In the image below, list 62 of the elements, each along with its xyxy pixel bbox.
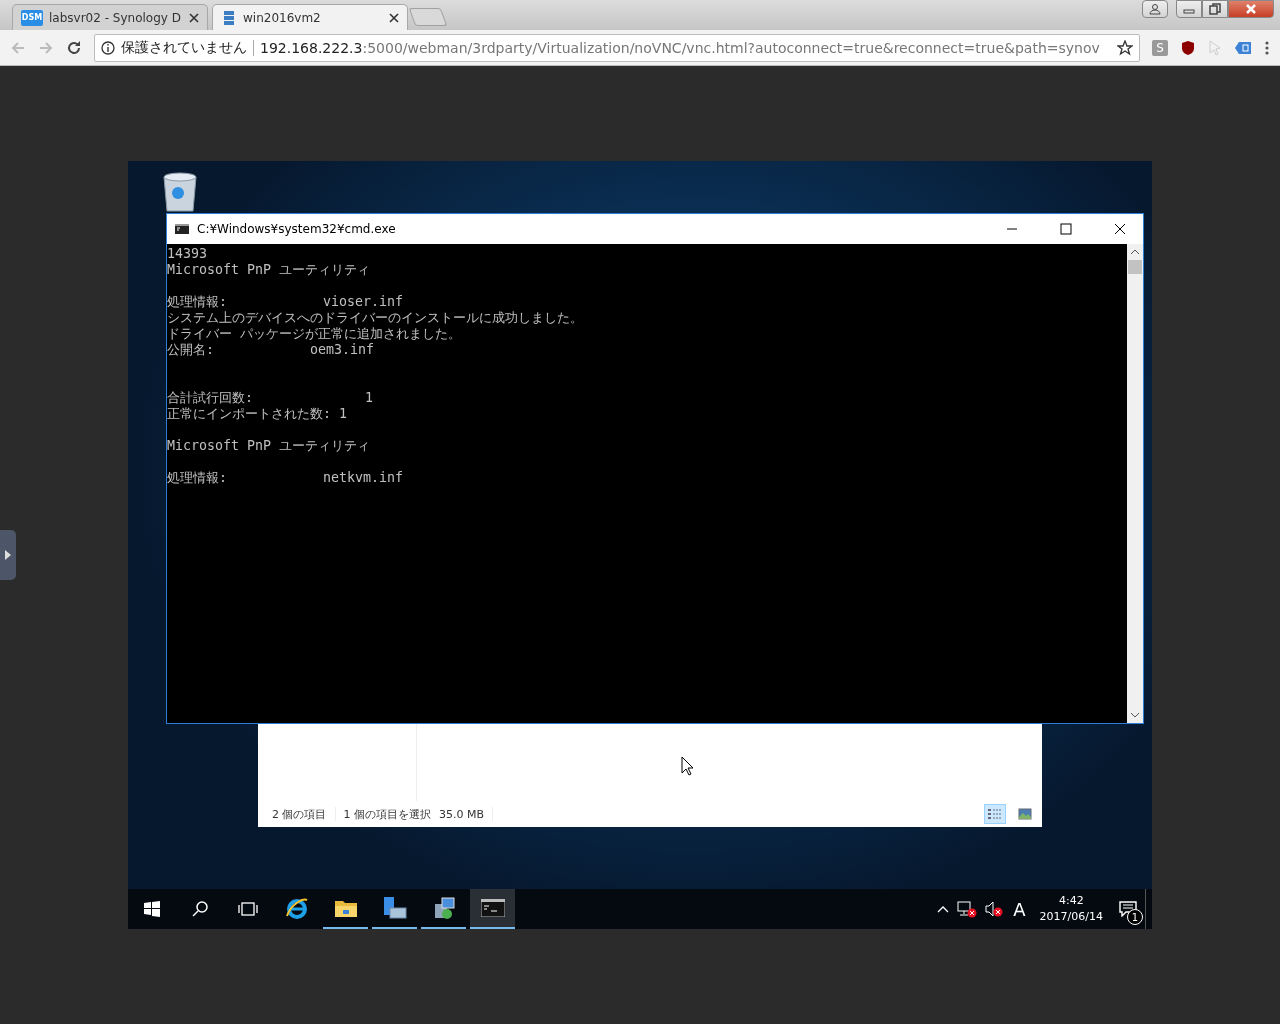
item-count: 2 個の項目 [272, 806, 327, 822]
volume-muted-icon[interactable] [985, 901, 1004, 917]
close-icon [1244, 3, 1258, 15]
shield-icon[interactable] [1180, 39, 1196, 56]
scrollbar[interactable] [1127, 244, 1143, 723]
console-line: 14393 [167, 246, 209, 262]
address-bar[interactable]: 保護されていません 192.168.222.3:5000/webman/3rdparty/Virtualization/noVNC/vnc.html?autoconnect=true&reconnect=true&path=synov [94, 33, 1140, 62]
folder-icon [333, 898, 358, 918]
side-panel-handle[interactable] [0, 530, 16, 580]
details-view-button[interactable] [984, 804, 1006, 824]
clock[interactable]: 4:42 2017/06/14 [1039, 893, 1103, 925]
mouse-cursor-icon [681, 756, 695, 776]
console-line: 正常にインポートされた数: 1 [167, 406, 349, 422]
ime-indicator[interactable]: A [1013, 898, 1026, 920]
console-icon [175, 224, 189, 234]
chevron-up-icon[interactable] [937, 904, 950, 914]
menu-icon[interactable] [1264, 39, 1270, 56]
window-title: C:¥Windows¥system32¥cmd.exe [197, 222, 396, 236]
cmd-taskbar-button[interactable] [470, 889, 515, 929]
network-error-icon[interactable] [957, 900, 978, 918]
console-line: Microsoft PnP ユーティリティ [167, 438, 372, 454]
browser-tab[interactable]: DSM labsvr02 - Synology D [12, 4, 208, 30]
windows-logo-icon [144, 901, 160, 917]
task-view-icon [237, 901, 259, 917]
tab-title: labsvr02 - Synology D [49, 10, 182, 25]
security-label: 保護されていません [121, 38, 247, 57]
selection-size: 35.0 MB [439, 807, 485, 821]
console-icon [480, 899, 505, 917]
search-icon [191, 900, 209, 918]
url-text: 192.168.222.3:5000/webman/3rdparty/Virtualization/noVNC/vnc.html?autoconnect=true&reconnect=true&path=synov [260, 39, 1101, 56]
recycle-bin-icon[interactable] [160, 171, 200, 213]
console-line: システム上のデバイスへのドライバーのインストールに成功しました。 [167, 310, 584, 326]
browser-e-icon [284, 896, 309, 920]
person-icon [1149, 3, 1161, 15]
scroll-thumb[interactable] [1128, 260, 1142, 274]
close-icon[interactable] [189, 12, 199, 23]
close-icon[interactable] [389, 12, 399, 23]
browser-tab[interactable]: win2016vm2 [212, 4, 408, 30]
console-line: ドライバー パッケージが正常に追加されました。 [167, 326, 462, 342]
restore-icon [1209, 3, 1221, 15]
reload-icon[interactable] [66, 39, 82, 56]
info-icon [101, 40, 115, 55]
console-line: 処理情報: netkvm.inf [167, 470, 405, 486]
console-line: 処理情報: vioser.inf [167, 294, 405, 310]
console-line: 合計試行回数: 1 [167, 390, 375, 406]
server-icon [221, 9, 237, 26]
tag-icon[interactable] [1234, 40, 1252, 55]
server-icon [381, 896, 408, 920]
tab-title: win2016vm2 [243, 10, 322, 25]
dsm-logo-icon: DSM [21, 9, 43, 26]
notification-badge: 1 [1127, 909, 1143, 925]
close-button[interactable] [1228, 0, 1274, 18]
console-line: Microsoft PnP ユーティリティ [167, 262, 372, 278]
restore-button[interactable] [1202, 0, 1228, 18]
picture-icon [1018, 808, 1032, 820]
minimize-button[interactable] [1176, 0, 1202, 18]
profile-button[interactable] [1142, 0, 1168, 18]
console-line: 公開名: oem3.inf [167, 342, 376, 358]
star-icon[interactable] [1117, 39, 1133, 56]
details-list-icon [987, 808, 1003, 820]
notification-button[interactable]: 1 [1111, 891, 1145, 927]
selection-status: 1 個の項目を選択 [343, 806, 431, 822]
